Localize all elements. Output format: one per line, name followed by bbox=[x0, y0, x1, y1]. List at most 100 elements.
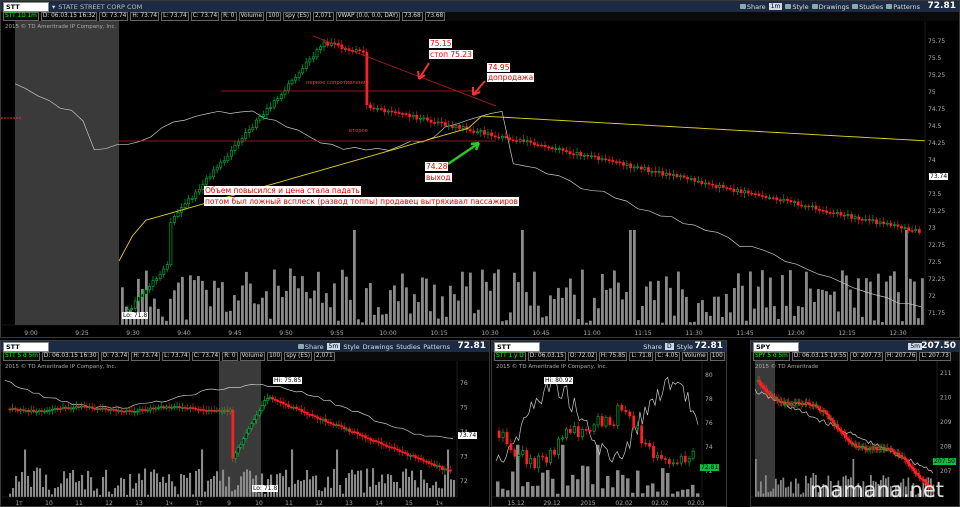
volume-bar bbox=[192, 494, 195, 497]
br-symbol-input[interactable]: SPY bbox=[753, 341, 799, 352]
candle-body bbox=[565, 150, 568, 152]
candle-body bbox=[736, 189, 739, 192]
main-price-chart[interactable]: 75.7575.575.257574.7574.574.257473.7573.… bbox=[1, 21, 959, 337]
volume-bar bbox=[795, 478, 797, 497]
timeframe-button[interactable]: 1m bbox=[768, 3, 783, 10]
candle-body bbox=[515, 140, 518, 142]
share-button[interactable]: Share bbox=[739, 3, 766, 11]
symbol-input[interactable]: STT bbox=[3, 1, 49, 12]
candle-body bbox=[295, 406, 298, 410]
candle-body bbox=[271, 397, 275, 400]
volume-bar bbox=[396, 481, 399, 497]
symbol-dropdown-icon[interactable]: ▾ bbox=[52, 3, 55, 11]
volume-bar bbox=[481, 269, 484, 325]
br-timeframe-button[interactable]: 5m bbox=[908, 343, 922, 350]
volume-bar bbox=[909, 278, 912, 325]
bm-share-button[interactable]: Share bbox=[643, 343, 662, 351]
volume-bar bbox=[461, 271, 464, 325]
candle-body bbox=[40, 410, 44, 412]
bl-drawings-button[interactable]: Drawings bbox=[363, 343, 393, 351]
candle-body bbox=[425, 460, 428, 463]
volume-bar bbox=[36, 467, 39, 497]
style-button[interactable]: Style bbox=[785, 3, 809, 11]
candle-body bbox=[326, 41, 330, 46]
patterns-button[interactable]: Patterns bbox=[886, 3, 920, 11]
candle-body bbox=[162, 406, 166, 409]
y-axis-label: 72.5 bbox=[928, 259, 942, 266]
volume-bar bbox=[57, 486, 60, 497]
bl-symbol-input[interactable]: STT bbox=[3, 341, 49, 352]
bl-quote-date: D: 06.03.15 16:30 bbox=[41, 352, 99, 361]
bl-quote-aggregation[interactable]: STT 5 d 5m bbox=[3, 352, 40, 361]
volume-bar bbox=[621, 474, 625, 497]
volume-bar bbox=[189, 472, 192, 497]
volume-bar bbox=[633, 230, 636, 325]
volume-bar bbox=[636, 470, 640, 497]
candle-body bbox=[777, 399, 781, 402]
x-axis-label: 12:00 bbox=[787, 330, 804, 337]
volume-bar bbox=[437, 318, 440, 325]
volume-bar bbox=[312, 476, 315, 497]
quote-vwap-value-2: 73.68 bbox=[424, 12, 446, 21]
br-quotebar: SPY 5 d 5m D: 06.03.15 19:55 O: 207.73 H… bbox=[751, 352, 959, 361]
bl-style-button[interactable]: Style bbox=[343, 343, 359, 351]
quote-vwap-value-1: 73.68 bbox=[402, 12, 423, 21]
volume-bar bbox=[21, 472, 24, 497]
studies-button[interactable]: Studies bbox=[852, 3, 883, 11]
candle-body bbox=[319, 46, 322, 50]
volume-bar bbox=[626, 478, 630, 497]
bm-timeframe-button[interactable]: D bbox=[665, 343, 674, 350]
volume-bar bbox=[321, 491, 324, 497]
candle-body bbox=[117, 410, 121, 413]
volume-bar bbox=[841, 270, 844, 325]
candle-body bbox=[422, 459, 426, 462]
candle-body bbox=[545, 456, 549, 463]
candle-body bbox=[361, 435, 365, 437]
bl-studies-button[interactable]: Studies bbox=[396, 343, 420, 351]
bm-quote-volume: 100 bbox=[709, 352, 725, 361]
bl-price-chart[interactable]: 76757473721т101112131ч1т91011121314151ч bbox=[1, 361, 489, 507]
bl-quote-range: R: 0 bbox=[222, 352, 238, 361]
candle-body bbox=[550, 147, 554, 150]
volume-bar bbox=[369, 486, 372, 497]
x-axis-label: 9:40 bbox=[177, 330, 191, 337]
drawings-button[interactable]: Drawings bbox=[811, 3, 849, 11]
quote-aggregation[interactable]: STT 1D 1m bbox=[3, 12, 39, 21]
volume-bar bbox=[737, 273, 740, 325]
volume-bar bbox=[277, 285, 280, 325]
volume-bar bbox=[769, 277, 772, 325]
bm-price-chart[interactable]: 807876747215.12 29.12 2015 02.02 02.02 02.03 bbox=[492, 361, 726, 507]
volume-bar bbox=[351, 469, 354, 497]
candle-body bbox=[844, 433, 848, 438]
volume-bar bbox=[573, 294, 576, 325]
volume-bar bbox=[156, 473, 159, 497]
volume-bar bbox=[853, 307, 856, 325]
volume-bar bbox=[905, 230, 908, 325]
br-quote-aggregation[interactable]: SPY 5 d 5m bbox=[753, 352, 790, 361]
candle-body bbox=[860, 219, 864, 221]
candle-body bbox=[218, 409, 222, 412]
volume-bar bbox=[264, 493, 267, 497]
volume-bar bbox=[657, 280, 660, 325]
volume-bar bbox=[581, 465, 585, 497]
volume-bar bbox=[686, 489, 690, 497]
bm-symbol-input[interactable]: STT bbox=[494, 341, 540, 352]
candle-body bbox=[125, 410, 129, 412]
y-axis-label: 72 bbox=[928, 293, 936, 300]
bm-style-button[interactable]: Style bbox=[677, 343, 693, 351]
candle-body bbox=[80, 405, 84, 408]
bl-patterns-button[interactable]: Patterns bbox=[423, 343, 450, 351]
volume-bar bbox=[177, 282, 180, 325]
volume-bar bbox=[837, 311, 840, 325]
volume-bar bbox=[617, 282, 620, 325]
candle-body bbox=[85, 406, 89, 408]
bl-share-button[interactable]: Share bbox=[297, 343, 324, 351]
bl-timeframe-button[interactable]: 5m bbox=[326, 343, 341, 350]
volume-bar bbox=[411, 470, 414, 497]
candle-body bbox=[190, 198, 194, 200]
volume-bar bbox=[420, 470, 423, 497]
candle-body bbox=[896, 224, 900, 227]
volume-bar bbox=[801, 307, 804, 325]
candle-body bbox=[273, 398, 277, 401]
bm-quote-aggregation[interactable]: STT 1 y D bbox=[494, 352, 526, 361]
